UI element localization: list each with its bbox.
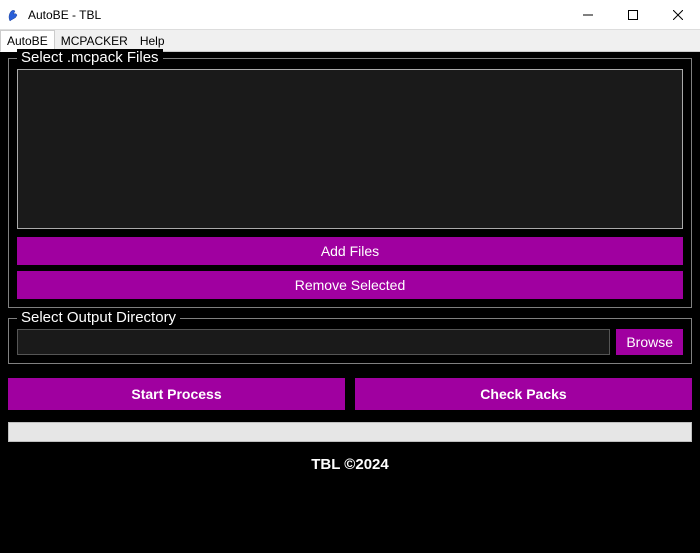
footer-text: TBL ©2024 (8, 452, 692, 477)
add-files-button[interactable]: Add Files (17, 237, 683, 265)
start-process-button[interactable]: Start Process (8, 378, 345, 410)
window-title: AutoBE - TBL (28, 8, 565, 22)
close-button[interactable] (655, 0, 700, 29)
menu-help[interactable]: Help (134, 31, 171, 51)
output-fieldset: Select Output Directory Browse (8, 318, 692, 364)
file-listbox[interactable] (17, 69, 683, 229)
output-legend: Select Output Directory (17, 309, 180, 326)
remove-selected-button[interactable]: Remove Selected (17, 271, 683, 299)
output-path-input[interactable] (17, 329, 610, 355)
menu-mcpacker[interactable]: MCPACKER (55, 31, 134, 51)
files-fieldset: Select .mcpack Files Add Files Remove Se… (8, 58, 692, 308)
files-legend: Select .mcpack Files (17, 49, 163, 66)
browse-button[interactable]: Browse (616, 329, 683, 355)
titlebar: AutoBE - TBL (0, 0, 700, 30)
main-content: Select .mcpack Files Add Files Remove Se… (0, 52, 700, 553)
window-controls (565, 0, 700, 29)
progress-bar (8, 422, 692, 442)
maximize-button[interactable] (610, 0, 655, 29)
check-packs-button[interactable]: Check Packs (355, 378, 692, 410)
minimize-button[interactable] (565, 0, 610, 29)
output-row: Browse (17, 329, 683, 355)
app-icon (6, 7, 22, 23)
action-row: Start Process Check Packs (8, 378, 692, 410)
